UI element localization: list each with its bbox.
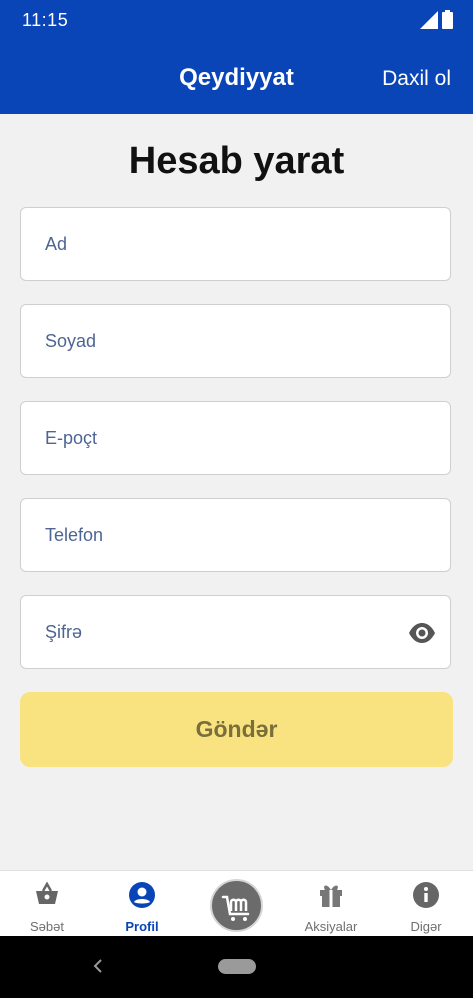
- login-link[interactable]: Daxil ol: [382, 67, 451, 91]
- password-field[interactable]: [21, 596, 450, 668]
- email-field[interactable]: [21, 402, 450, 474]
- phone-field[interactable]: [21, 499, 450, 571]
- nav-label-basket: Səbət: [30, 919, 64, 934]
- nav-item-basket[interactable]: Səbət: [2, 871, 92, 937]
- submit-button[interactable]: Göndər: [20, 692, 453, 767]
- gift-icon: [320, 885, 342, 907]
- basket-icon: [36, 881, 58, 904]
- nav-item-profile[interactable]: Profil: [97, 871, 187, 937]
- signal-icon: [420, 11, 438, 29]
- status-time: 11:15: [22, 10, 69, 30]
- page-title: Hesab yarat: [128, 140, 345, 182]
- battery-icon: [442, 10, 453, 29]
- nav-label-profile: Profil: [125, 919, 159, 934]
- email-field-container: [20, 401, 451, 475]
- bottom-nav: Səbət Profil Aksiyalar Digər: [0, 870, 473, 937]
- last-name-field-container: [20, 304, 451, 378]
- status-bar: 11:15: [0, 0, 473, 40]
- phone-field-container: [20, 498, 451, 572]
- last-name-field[interactable]: [21, 305, 450, 377]
- system-nav-bar: [0, 936, 473, 998]
- status-icons: [420, 10, 453, 29]
- app-bar: Qeydiyyat Daxil ol: [0, 40, 473, 114]
- first-name-field-container: [20, 207, 451, 281]
- first-name-field[interactable]: [21, 208, 450, 280]
- nav-item-other[interactable]: Digər: [381, 871, 471, 937]
- nav-item-promotions[interactable]: Aksiyalar: [286, 871, 376, 937]
- password-field-container: [20, 595, 451, 669]
- profile-icon: [129, 882, 155, 908]
- nav-label-other: Digər: [410, 919, 442, 934]
- store-logo-button[interactable]: [210, 879, 263, 932]
- store-logo-icon: [221, 895, 250, 921]
- home-pill[interactable]: [218, 959, 256, 974]
- back-arrow-icon[interactable]: [88, 956, 108, 976]
- info-icon: [413, 882, 439, 908]
- show-password-icon[interactable]: [408, 620, 436, 646]
- nav-label-promotions: Aksiyalar: [304, 919, 358, 934]
